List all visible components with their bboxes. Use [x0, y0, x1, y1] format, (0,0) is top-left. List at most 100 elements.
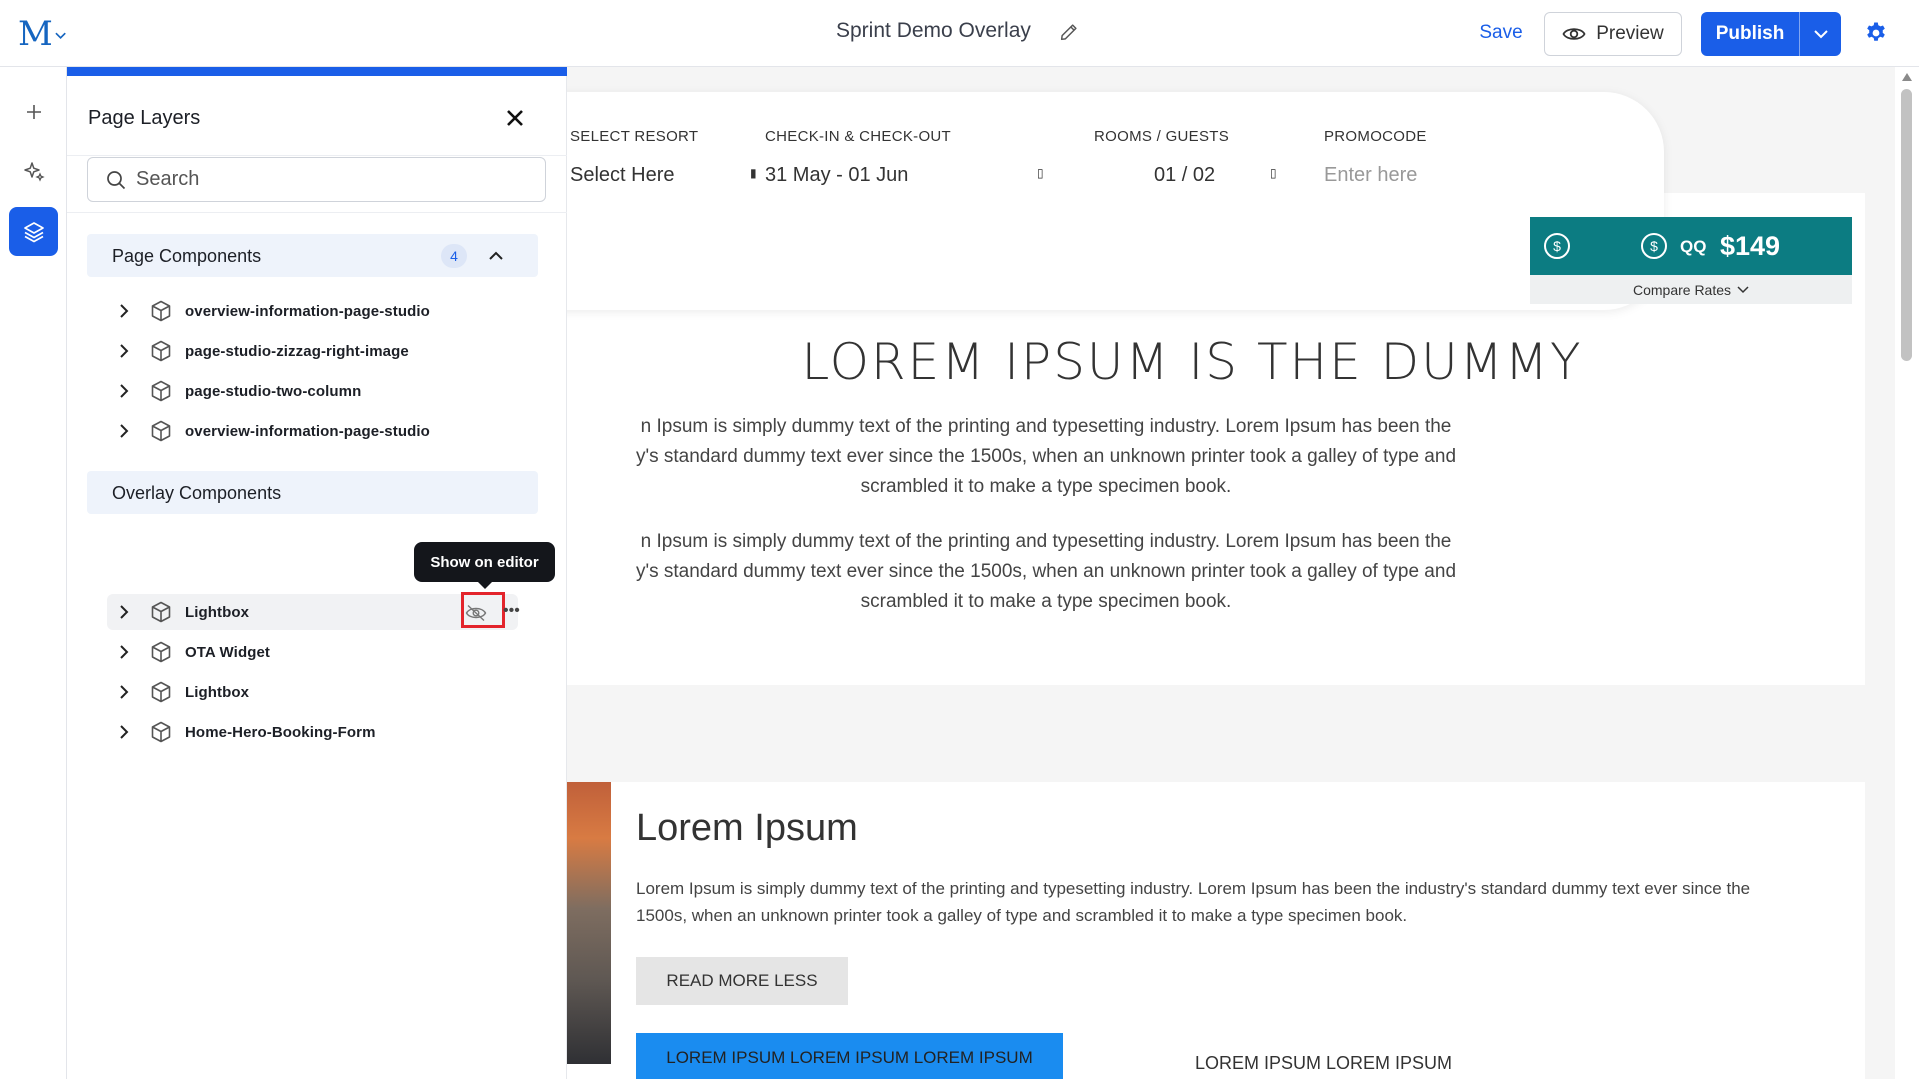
- compare-rates-toggle[interactable]: Compare Rates: [1530, 275, 1852, 304]
- layers-button[interactable]: [9, 207, 58, 256]
- scroll-up-arrow[interactable]: [1902, 73, 1912, 81]
- gear-icon[interactable]: [1864, 21, 1888, 45]
- search-field[interactable]: [87, 157, 546, 202]
- paragraph-line: scrambled it to make a type specimen boo…: [860, 591, 1232, 612]
- promo-label: PROMOCODE: [1324, 128, 1427, 145]
- save-button[interactable]: Save: [1470, 12, 1532, 54]
- section-body: Lorem Ipsum is simply dummy text of the …: [636, 879, 1751, 925]
- publish-button[interactable]: Publish: [1701, 12, 1799, 56]
- pencil-icon[interactable]: [1058, 21, 1080, 43]
- publish-button-group: Publish: [1701, 12, 1841, 56]
- cube-icon: [151, 300, 171, 322]
- top-bar: M Sprint Demo Overlay Save Preview Publi…: [0, 0, 1919, 67]
- compare-rates-label: Compare Rates: [1632, 281, 1732, 298]
- read-more-button[interactable]: READ MORE LESS: [636, 957, 848, 1005]
- resort-select[interactable]: Select Here: [570, 164, 675, 187]
- chevron-down-icon: [1737, 285, 1749, 293]
- layer-item[interactable]: page-studio-two-column: [107, 373, 518, 409]
- chevron-right-icon[interactable]: [113, 601, 135, 623]
- page-title: Sprint Demo Overlay: [836, 19, 1031, 42]
- calendar-icon[interactable]: ▯: [1037, 166, 1044, 180]
- paragraph-line: scrambled it to make a type specimen boo…: [860, 476, 1232, 497]
- dates-value[interactable]: 31 May - 01 Jun: [765, 164, 908, 187]
- chevron-right-icon[interactable]: [113, 721, 135, 743]
- chevron-right-icon[interactable]: [113, 380, 135, 402]
- chevron-down-icon: [1813, 30, 1828, 39]
- rate-price: $149: [1720, 231, 1781, 261]
- booking-form[interactable]: SELECT RESORT Select Here ▮ CHECK-IN & C…: [567, 92, 1664, 310]
- chevron-right-icon[interactable]: [113, 340, 135, 362]
- eye-icon: [1562, 28, 1586, 40]
- publish-options-button[interactable]: [1799, 12, 1841, 56]
- panel-accent-bar: [67, 67, 567, 76]
- panel-title: Page Layers: [88, 107, 201, 129]
- overlay-components-header[interactable]: Overlay Components: [87, 471, 538, 514]
- layer-item[interactable]: Lightbox: [107, 674, 518, 710]
- layer-item[interactable]: Home-Hero-Booking-Form: [107, 714, 518, 750]
- dollar-coin-icon: $: [1641, 233, 1667, 259]
- add-component-button[interactable]: [9, 87, 58, 136]
- hero-title: LOREM IPSUM IS THE DUMMY: [801, 333, 1583, 391]
- rooms-label: ROOMS / GUESTS: [1094, 128, 1230, 145]
- editor-canvas[interactable]: SELECT RESORT Select Here ▮ CHECK-IN & C…: [567, 67, 1895, 1079]
- count-badge: 4: [441, 244, 467, 268]
- rooms-value[interactable]: 01 / 02: [1154, 164, 1215, 187]
- show-on-editor-button[interactable]: [462, 599, 490, 627]
- dollar-coin-icon: $: [1544, 233, 1570, 259]
- cube-icon: [151, 601, 171, 623]
- resort-dropdown-icon[interactable]: ▮: [750, 166, 757, 180]
- layer-item[interactable]: Lightbox Show on editor •••: [107, 542, 555, 630]
- add-icon: [26, 104, 41, 119]
- paragraph-line: n Ipsum is simply dummy text of the prin…: [640, 531, 1452, 552]
- cta-button[interactable]: LOREM IPSUM LOREM IPSUM LOREM IPSUM: [636, 1033, 1063, 1079]
- chevron-right-icon[interactable]: [113, 420, 135, 442]
- paragraph-line: n Ipsum is simply dummy text of the prin…: [640, 416, 1452, 437]
- preview-button[interactable]: Preview: [1544, 12, 1682, 56]
- preview-label: Preview: [1596, 23, 1664, 44]
- panel-divider: [67, 212, 567, 213]
- section-heading: Lorem Ipsum: [636, 807, 858, 849]
- cta-link[interactable]: LOREM IPSUM LOREM IPSUM: [1195, 1053, 1452, 1074]
- paragraph-line: y's standard dummy text ever since the 1…: [635, 561, 1457, 582]
- rooms-dropdown-icon[interactable]: ▯: [1270, 166, 1277, 180]
- resort-label: SELECT RESORT: [570, 128, 699, 145]
- page-layers-panel: Page Layers Page Components 4 overview-i…: [67, 67, 567, 1079]
- eye-off-icon: [465, 604, 487, 622]
- layer-name: Lightbox: [185, 683, 250, 701]
- layer-item[interactable]: overview-information-page-studio: [107, 293, 518, 329]
- ai-assistant-button[interactable]: [9, 147, 58, 196]
- layer-item[interactable]: page-studio-zizzag-right-image: [107, 333, 518, 369]
- ota-rate-widget[interactable]: $ $ QQ $149 Compare Rates: [1530, 217, 1852, 304]
- layer-item[interactable]: overview-information-page-studio: [107, 413, 518, 449]
- layer-name: page-studio-zizzag-right-image: [185, 342, 409, 360]
- layer-name: overview-information-page-studio: [185, 422, 430, 440]
- layer-name: Lightbox: [185, 603, 250, 621]
- section-title: Overlay Components: [112, 483, 282, 503]
- cube-icon: [151, 340, 171, 362]
- cube-icon: [151, 721, 171, 743]
- cube-icon: [151, 681, 171, 703]
- chevron-right-icon[interactable]: [113, 641, 135, 663]
- search-input[interactable]: [136, 168, 516, 191]
- close-icon[interactable]: [503, 106, 527, 130]
- layer-item[interactable]: OTA Widget: [107, 634, 518, 670]
- more-options-icon[interactable]: •••: [503, 599, 525, 623]
- rate-source: QQ: [1680, 237, 1707, 256]
- chevron-up-icon[interactable]: [485, 245, 507, 267]
- promo-input[interactable]: Enter here: [1324, 164, 1417, 187]
- section-image: [567, 782, 611, 1064]
- tooltip: Show on editor: [414, 542, 555, 589]
- chevron-right-icon[interactable]: [113, 300, 135, 322]
- vertical-scrollbar[interactable]: [1895, 67, 1919, 1079]
- page-components-header[interactable]: Page Components 4: [87, 234, 538, 277]
- svg-text:$: $: [1553, 238, 1561, 254]
- dates-label: CHECK-IN & CHECK-OUT: [765, 128, 952, 145]
- cube-icon: [151, 380, 171, 402]
- sparkles-icon: [23, 161, 45, 182]
- layers-icon: [23, 221, 44, 242]
- paragraph-line: y's standard dummy text ever since the 1…: [635, 446, 1457, 467]
- search-icon: [107, 170, 126, 189]
- app-logo-menu[interactable]: M: [18, 16, 66, 52]
- chevron-right-icon[interactable]: [113, 681, 135, 703]
- scroll-thumb[interactable]: [1901, 89, 1912, 361]
